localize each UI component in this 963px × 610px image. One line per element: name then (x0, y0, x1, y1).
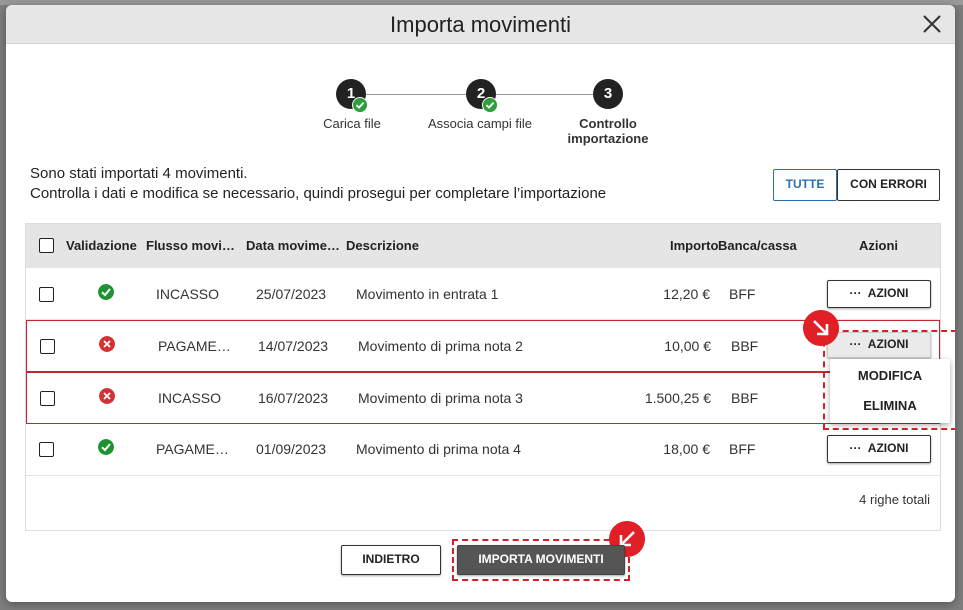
filter-all-button[interactable]: TUTTE (773, 169, 837, 201)
header-flusso[interactable]: Flusso movi… (146, 238, 235, 253)
intro-line-2: Controlla i dati e modifica se necessari… (30, 185, 607, 202)
step-1-label: Carica file (323, 116, 381, 131)
filter-errors-button[interactable]: CON ERRORI (837, 169, 940, 201)
valid-check-icon (98, 439, 114, 455)
row-actions-label: AZIONI (867, 441, 909, 455)
cell-banca: BFF (729, 441, 756, 457)
row-actions-button[interactable]: ··· AZIONI (827, 280, 931, 308)
cell-descrizione: Movimento in entrata 1 (356, 286, 499, 302)
cell-importo: 18,00 € (663, 441, 710, 457)
cell-banca: BFF (729, 286, 756, 302)
header-validazione[interactable]: Validazione (66, 238, 137, 253)
cell-importo: 10,00 € (664, 338, 711, 354)
cell-flusso: INCASSO (156, 286, 220, 302)
intro-line-1: Sono stati importati 4 movimenti. (30, 165, 248, 182)
cell-descrizione: Movimento di prima nota 3 (358, 390, 523, 406)
highlight-actions-menu (823, 330, 955, 430)
table-row-error: INCASSO 16/07/2023 Movimento di prima no… (26, 372, 940, 424)
dialog-header: Importa movimenti (6, 5, 955, 44)
table-header: Validazione Flusso movi… Data movime… De… (26, 224, 940, 268)
table-row: PAGAME… 01/09/2023 Movimento di prima no… (26, 424, 940, 476)
cell-descrizione: Movimento di prima nota 2 (358, 338, 523, 354)
error-x-icon (99, 388, 115, 404)
step-2-label: Associa campi file (427, 116, 533, 131)
step-3-label-line1: Controllo (579, 116, 637, 131)
select-all-checkbox[interactable] (39, 238, 54, 253)
row-checkbox[interactable] (40, 391, 55, 406)
table-row: INCASSO 25/07/2023 Movimento in entrata … (26, 268, 940, 320)
step-connector (366, 94, 468, 95)
cell-data: 14/07/2023 (258, 338, 329, 354)
row-checkbox[interactable] (39, 442, 54, 457)
header-descrizione[interactable]: Descrizione (346, 238, 419, 253)
cell-importo: 12,20 € (663, 286, 710, 302)
arrow-down-right-icon (803, 310, 839, 346)
header-importo[interactable]: Importo (670, 238, 718, 253)
check-icon (482, 97, 498, 113)
step-3-label-line2: importazione (567, 131, 649, 146)
step-3-label: Controllo importazione (554, 116, 662, 146)
cell-descrizione: Movimento di prima nota 4 (356, 441, 521, 457)
step-connector (496, 94, 598, 95)
cell-flusso: PAGAME… (156, 441, 229, 457)
import-button[interactable]: IMPORTA MOVIMENTI (457, 545, 625, 575)
cell-data: 25/07/2023 (256, 286, 327, 302)
row-checkbox[interactable] (39, 287, 54, 302)
cell-importo: 1.500,25 € (644, 390, 711, 406)
rows-total: 4 righe totali (859, 492, 930, 507)
dialog-title: Importa movimenti (390, 12, 571, 37)
row-checkbox[interactable] (40, 339, 55, 354)
import-dialog: Importa movimenti 1 Carica file 2 Associ… (6, 5, 955, 602)
cell-banca: BBF (731, 338, 759, 354)
back-button[interactable]: INDIETRO (341, 545, 441, 575)
cell-flusso: PAGAME… (158, 338, 231, 354)
cell-banca: BBF (731, 390, 759, 406)
row-actions-button[interactable]: ··· AZIONI (827, 435, 931, 463)
movements-table: Validazione Flusso movi… Data movime… De… (25, 223, 941, 531)
error-x-icon (99, 336, 115, 352)
close-icon[interactable] (921, 13, 943, 35)
more-dots-icon: ··· (849, 286, 862, 300)
step-3-circle: 3 (593, 79, 623, 109)
valid-check-icon (98, 284, 114, 300)
cell-data: 16/07/2023 (258, 390, 329, 406)
header-banca[interactable]: Banca/cassa (718, 238, 797, 253)
check-icon (352, 97, 368, 113)
cell-flusso: INCASSO (158, 390, 222, 406)
row-actions-label: AZIONI (867, 286, 909, 300)
header-data[interactable]: Data movime… (246, 238, 340, 253)
header-azioni: Azioni (859, 238, 898, 253)
more-dots-icon: ··· (849, 441, 862, 455)
cell-data: 01/09/2023 (256, 441, 327, 457)
